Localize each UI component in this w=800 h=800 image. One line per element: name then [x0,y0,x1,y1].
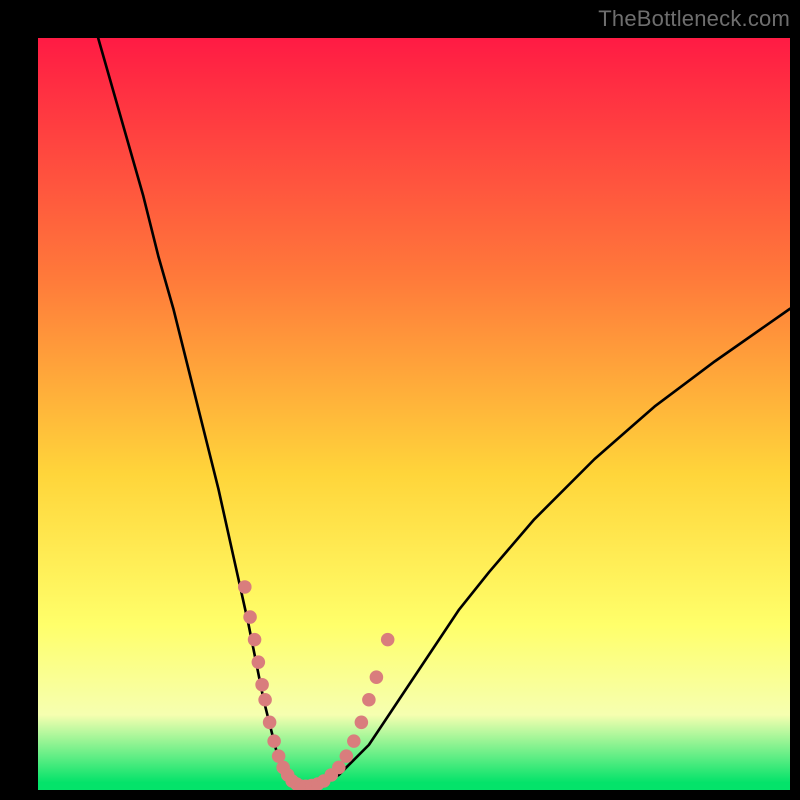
watermark-text: TheBottleneck.com [598,6,790,32]
sample-dot [238,580,252,594]
sample-dot [258,693,272,707]
sample-dot [248,633,262,647]
sample-dot [332,761,346,775]
chart-frame [38,38,790,790]
sample-dot [347,734,361,748]
sample-dot [263,716,277,730]
sample-dot [267,734,281,748]
sample-dot [255,678,269,692]
sample-dot [252,655,266,669]
sample-dot [381,633,395,647]
sample-dot [355,716,369,730]
sample-dot [370,670,384,684]
sample-dot [243,610,257,624]
sample-dot [340,749,354,763]
bottleneck-chart [38,38,790,790]
sample-dot [362,693,376,707]
